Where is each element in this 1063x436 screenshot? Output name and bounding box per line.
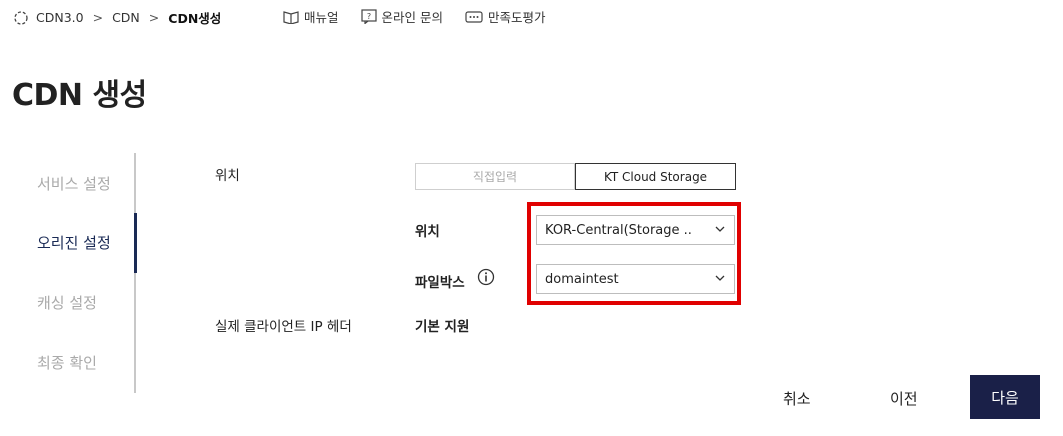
- active-step-indicator: [134, 213, 137, 273]
- inquiry-label: 온라인 문의: [381, 10, 443, 25]
- top-links: 매뉴얼 ? 온라인 문의 만족도평가: [283, 7, 568, 26]
- survey-label: 만족도평가: [488, 10, 546, 25]
- info-icon[interactable]: [477, 268, 495, 286]
- storage-location-select[interactable]: KOR-Central(Storage ..: [536, 215, 735, 245]
- filebox-label: 파일박스: [415, 275, 465, 291]
- cloud-icon: [12, 9, 30, 27]
- breadcrumb-separator: >: [92, 10, 104, 25]
- breadcrumb-item-cdn30[interactable]: CDN3.0: [36, 10, 84, 25]
- breadcrumb-item-cdn[interactable]: CDN: [112, 10, 140, 25]
- client-ip-header-value: 기본 지원: [415, 319, 470, 335]
- storage-location-value: KOR-Central(Storage ..: [545, 222, 692, 238]
- step-service-settings[interactable]: 서비스 설정: [37, 173, 111, 194]
- chevron-down-icon: [715, 275, 725, 281]
- breadcrumb-separator: >: [148, 10, 160, 25]
- svg-text:?: ?: [366, 12, 370, 21]
- location-label: 위치: [215, 168, 240, 184]
- cancel-button[interactable]: 취소: [783, 388, 811, 409]
- book-icon: [283, 10, 299, 24]
- storage-location-label: 위치: [415, 224, 440, 240]
- prev-button[interactable]: 이전: [890, 388, 918, 409]
- page-title: CDN 생성: [12, 78, 147, 113]
- chevron-down-icon: [715, 226, 725, 232]
- manual-link[interactable]: 매뉴얼: [283, 7, 339, 26]
- survey-link[interactable]: 만족도평가: [465, 7, 546, 26]
- step-caching-settings[interactable]: 캐싱 설정: [37, 292, 97, 313]
- filebox-value: domaintest: [545, 271, 619, 287]
- inquiry-link[interactable]: ? 온라인 문의: [360, 7, 443, 26]
- question-icon: ?: [360, 9, 377, 24]
- filebox-select[interactable]: domaintest: [536, 264, 735, 294]
- step-track: [134, 153, 136, 393]
- breadcrumb-item-current: CDN생성: [168, 11, 222, 26]
- kt-cloud-storage-option[interactable]: KT Cloud Storage: [575, 163, 736, 190]
- client-ip-header-label: 실제 클라이언트 IP 헤더: [215, 319, 352, 335]
- direct-input-option[interactable]: 직접입력: [415, 163, 575, 190]
- manual-label: 매뉴얼: [304, 10, 339, 25]
- chat-dots-icon: [465, 10, 483, 23]
- origin-type-toggle: 직접입력 KT Cloud Storage: [415, 163, 736, 190]
- next-button[interactable]: 다음: [970, 375, 1040, 419]
- step-origin-settings[interactable]: 오리진 설정: [37, 232, 111, 253]
- step-final-confirm[interactable]: 최종 확인: [37, 352, 97, 373]
- step-nav: 서비스 설정 오리진 설정 캐싱 설정 최종 확인: [20, 153, 137, 393]
- top-bar: CDN3.0 > CDN > CDN생성 매뉴얼 ? 온라인 문의 만족도평가: [0, 0, 1063, 34]
- breadcrumb: CDN3.0 > CDN > CDN생성: [12, 8, 221, 27]
